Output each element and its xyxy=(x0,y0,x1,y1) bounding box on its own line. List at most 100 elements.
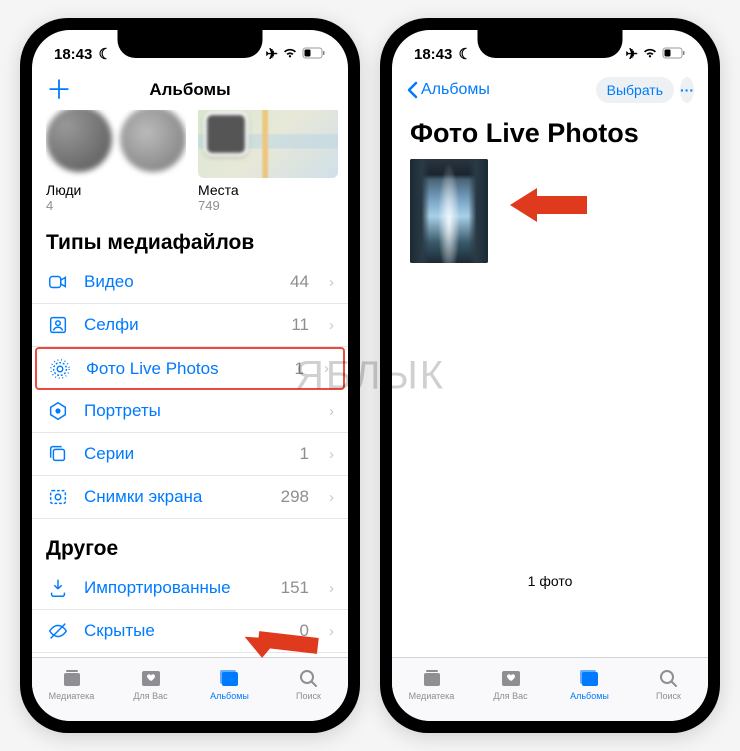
status-time: 18:43 xyxy=(54,46,92,63)
album-people[interactable]: Люди 4 xyxy=(46,110,186,213)
row-live-photos[interactable]: Фото Live Photos 1 › xyxy=(35,347,345,390)
photo-count: 1 фото xyxy=(392,573,708,589)
row-count: 11 xyxy=(291,315,309,335)
add-button[interactable]: ＋ xyxy=(46,77,72,103)
moon-icon: ☾ xyxy=(94,45,112,63)
chevron-right-icon: › xyxy=(329,317,334,334)
live-photos-icon xyxy=(48,358,72,380)
row-selfie[interactable]: Селфи 11 › xyxy=(32,304,348,347)
selfie-icon xyxy=(46,314,70,336)
wifi-icon xyxy=(642,46,658,63)
chevron-right-icon: › xyxy=(329,403,334,420)
row-bursts[interactable]: Серии 1 › xyxy=(32,433,348,476)
row-portraits[interactable]: Портреты › xyxy=(32,390,348,433)
row-label: Снимки экрана xyxy=(84,487,267,507)
back-label: Альбомы xyxy=(421,81,490,99)
chevron-right-icon: › xyxy=(329,274,334,291)
airplane-icon: ✈︎ xyxy=(625,45,638,63)
row-count: 298 xyxy=(281,487,309,507)
album-places[interactable]: Места 749 xyxy=(198,110,338,213)
row-video[interactable]: Видео 44 › xyxy=(32,261,348,304)
tab-albums[interactable]: Альбомы xyxy=(550,658,629,709)
tab-for-you[interactable]: Для Вас xyxy=(111,658,190,709)
foryou-icon xyxy=(139,667,163,689)
content-area[interactable]: Фото Live Photos 1 фото xyxy=(392,110,708,657)
tab-search[interactable]: Поиск xyxy=(269,658,348,709)
albums-icon xyxy=(218,667,242,689)
row-label: Видео xyxy=(84,272,276,292)
chevron-right-icon: › xyxy=(329,489,334,506)
select-button[interactable]: Выбрать xyxy=(596,77,674,103)
row-hidden[interactable]: Скрытые 0 › xyxy=(32,610,348,653)
tab-search[interactable]: Поиск xyxy=(629,658,708,709)
tab-albums[interactable]: Альбомы xyxy=(190,658,269,709)
page-title: Фото Live Photos xyxy=(392,110,708,159)
row-label: Импортированные xyxy=(84,578,267,598)
phone-left: 18:43 ☾ ✈︎ ＋ Альбомы xyxy=(20,18,360,733)
row-label: Серии xyxy=(84,444,286,464)
status-time: 18:43 xyxy=(414,46,452,63)
battery-icon xyxy=(302,46,326,63)
screenshot-icon xyxy=(46,486,70,508)
album-count: 4 xyxy=(46,198,186,213)
notch xyxy=(478,30,623,58)
phone-right: 18:43 ☾ ✈︎ Альбомы xyxy=(380,18,720,733)
airplane-icon: ✈︎ xyxy=(265,45,278,63)
more-button[interactable]: ··· xyxy=(680,77,694,103)
section-other-title: Другое xyxy=(32,519,348,567)
nav-bar: Альбомы Выбрать ··· xyxy=(392,70,708,110)
photo-thumb[interactable] xyxy=(410,159,488,263)
library-icon xyxy=(420,667,444,689)
tab-label: Поиск xyxy=(656,691,681,701)
wifi-icon xyxy=(282,46,298,63)
tab-label: Для Вас xyxy=(133,691,167,701)
tab-library[interactable]: Медиатека xyxy=(392,658,471,709)
album-count: 749 xyxy=(198,198,338,213)
row-label: Портреты xyxy=(84,401,295,421)
chevron-right-icon: › xyxy=(324,360,329,377)
row-count: 0 xyxy=(300,621,309,641)
row-recently-deleted[interactable]: Недавно удаленные 20 › xyxy=(32,653,348,657)
search-icon xyxy=(297,667,321,689)
back-button[interactable]: Альбомы xyxy=(406,81,490,99)
tab-bar: Медиатека Для Вас Альбомы Поиск xyxy=(32,657,348,721)
screen-left: 18:43 ☾ ✈︎ ＋ Альбомы xyxy=(32,30,348,721)
albums-row: Люди 4 Места 749 xyxy=(32,110,348,213)
tab-label: Медиатека xyxy=(409,691,455,701)
row-count: 1 xyxy=(295,359,304,379)
annotation-arrow xyxy=(502,180,592,230)
video-icon xyxy=(46,271,70,293)
chevron-left-icon xyxy=(406,81,418,99)
tab-for-you[interactable]: Для Вас xyxy=(471,658,550,709)
row-label: Селфи xyxy=(84,315,277,335)
row-count: 151 xyxy=(281,578,309,598)
section-media-types-title: Типы медиафайлов xyxy=(32,213,348,261)
search-icon xyxy=(657,667,681,689)
chevron-right-icon: › xyxy=(329,446,334,463)
albums-icon xyxy=(578,667,602,689)
chevron-right-icon: › xyxy=(329,623,334,640)
import-icon xyxy=(46,577,70,599)
row-screenshots[interactable]: Снимки экрана 298 › xyxy=(32,476,348,519)
tab-label: Поиск xyxy=(296,691,321,701)
burst-icon xyxy=(46,443,70,465)
row-label: Скрытые xyxy=(84,621,286,641)
row-label: Фото Live Photos xyxy=(86,359,281,379)
moon-icon: ☾ xyxy=(454,45,472,63)
row-imported[interactable]: Импортированные 151 › xyxy=(32,567,348,610)
content-area[interactable]: Люди 4 Места 749 Типы медиафайлов Видео … xyxy=(32,110,348,657)
tab-label: Альбомы xyxy=(210,691,249,701)
row-count: 1 xyxy=(300,444,309,464)
foryou-icon xyxy=(499,667,523,689)
tab-bar: Медиатека Для Вас Альбомы Поиск xyxy=(392,657,708,721)
screen-right: 18:43 ☾ ✈︎ Альбомы xyxy=(392,30,708,721)
library-icon xyxy=(60,667,84,689)
hidden-icon xyxy=(46,620,70,642)
tab-library[interactable]: Медиатека xyxy=(32,658,111,709)
tab-label: Альбомы xyxy=(570,691,609,701)
chevron-right-icon: › xyxy=(329,580,334,597)
album-label: Места xyxy=(198,182,338,198)
notch xyxy=(118,30,263,58)
tab-label: Медиатека xyxy=(49,691,95,701)
battery-icon xyxy=(662,46,686,63)
